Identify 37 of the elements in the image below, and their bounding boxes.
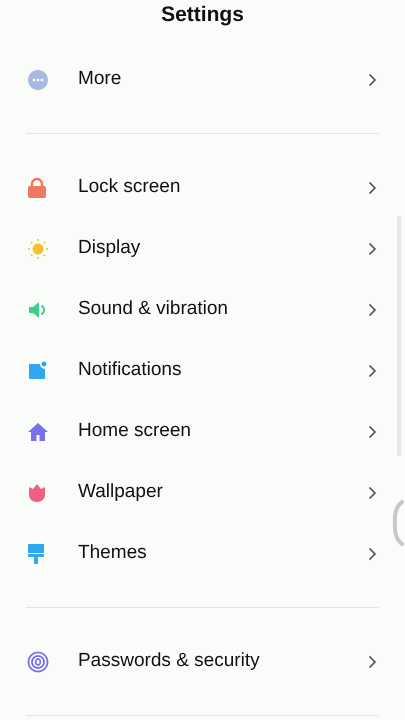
house-icon	[27, 422, 49, 442]
edge-handle-icon	[392, 500, 404, 546]
more-icon	[27, 68, 49, 90]
page-title: Settings	[161, 2, 244, 28]
chevron-right-icon	[368, 364, 377, 378]
item-label: Display	[78, 236, 142, 260]
item-label: Themes	[78, 541, 148, 566]
chevron-right-icon	[368, 180, 377, 194]
chevron-right-icon	[368, 302, 377, 316]
paint-roller-icon	[27, 542, 45, 564]
settings-item[interactable]: Notifications	[26, 340, 379, 401]
settings-item[interactable]: Sound & vibration	[26, 279, 379, 340]
settings-item[interactable]: Display	[26, 218, 379, 279]
chevron-right-icon	[368, 486, 377, 500]
item-label: Notifications	[78, 358, 182, 382]
settings-item[interactable]: Lock screen	[26, 157, 379, 218]
item-label: Lock screen	[78, 175, 182, 200]
chevron-right-icon	[368, 424, 377, 438]
item-label: Wallpaper	[78, 480, 164, 504]
settings-item[interactable]: Passwords & security	[26, 631, 379, 692]
chevron-right-icon	[368, 546, 377, 560]
item-label: Home screen	[78, 419, 192, 444]
item-label: Sound & vibration	[78, 297, 229, 322]
tulip-icon	[27, 482, 47, 502]
item-label: More	[78, 67, 122, 92]
fingerprint-icon	[27, 650, 49, 672]
settings-item[interactable]: Themes	[26, 523, 379, 584]
chevron-right-icon	[368, 242, 377, 256]
notification-icon	[27, 360, 47, 380]
settings-item[interactable]: Wallpaper	[26, 462, 379, 523]
settings-item[interactable]: More	[26, 49, 379, 110]
settings-item[interactable]: Home screen	[26, 401, 379, 462]
chevron-right-icon	[368, 72, 377, 86]
sun-icon	[27, 238, 49, 260]
lock-icon	[27, 176, 47, 198]
chevron-right-icon	[368, 654, 377, 668]
item-label: Passwords & security	[78, 649, 261, 674]
